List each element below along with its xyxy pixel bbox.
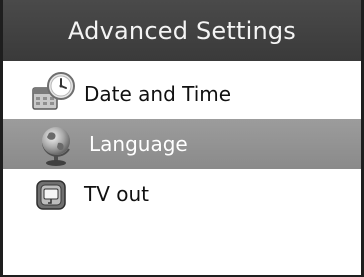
globe-icon <box>36 123 78 172</box>
calendar-clock-icon <box>26 71 78 122</box>
page-title: Advanced Settings <box>3 0 361 61</box>
menu-item-label: Date and Time <box>84 82 232 106</box>
menu-item-label: Language <box>89 132 188 156</box>
menu-item-tv-out[interactable]: TV out <box>3 169 361 219</box>
menu-item-language[interactable]: Language <box>3 119 361 169</box>
advanced-settings-screen: Advanced Settings Date and Time Language… <box>0 0 364 277</box>
menu-item-label: TV out <box>84 182 150 206</box>
menu-item-date-and-time[interactable]: Date and Time <box>3 69 361 119</box>
tv-out-icon <box>36 180 66 215</box>
